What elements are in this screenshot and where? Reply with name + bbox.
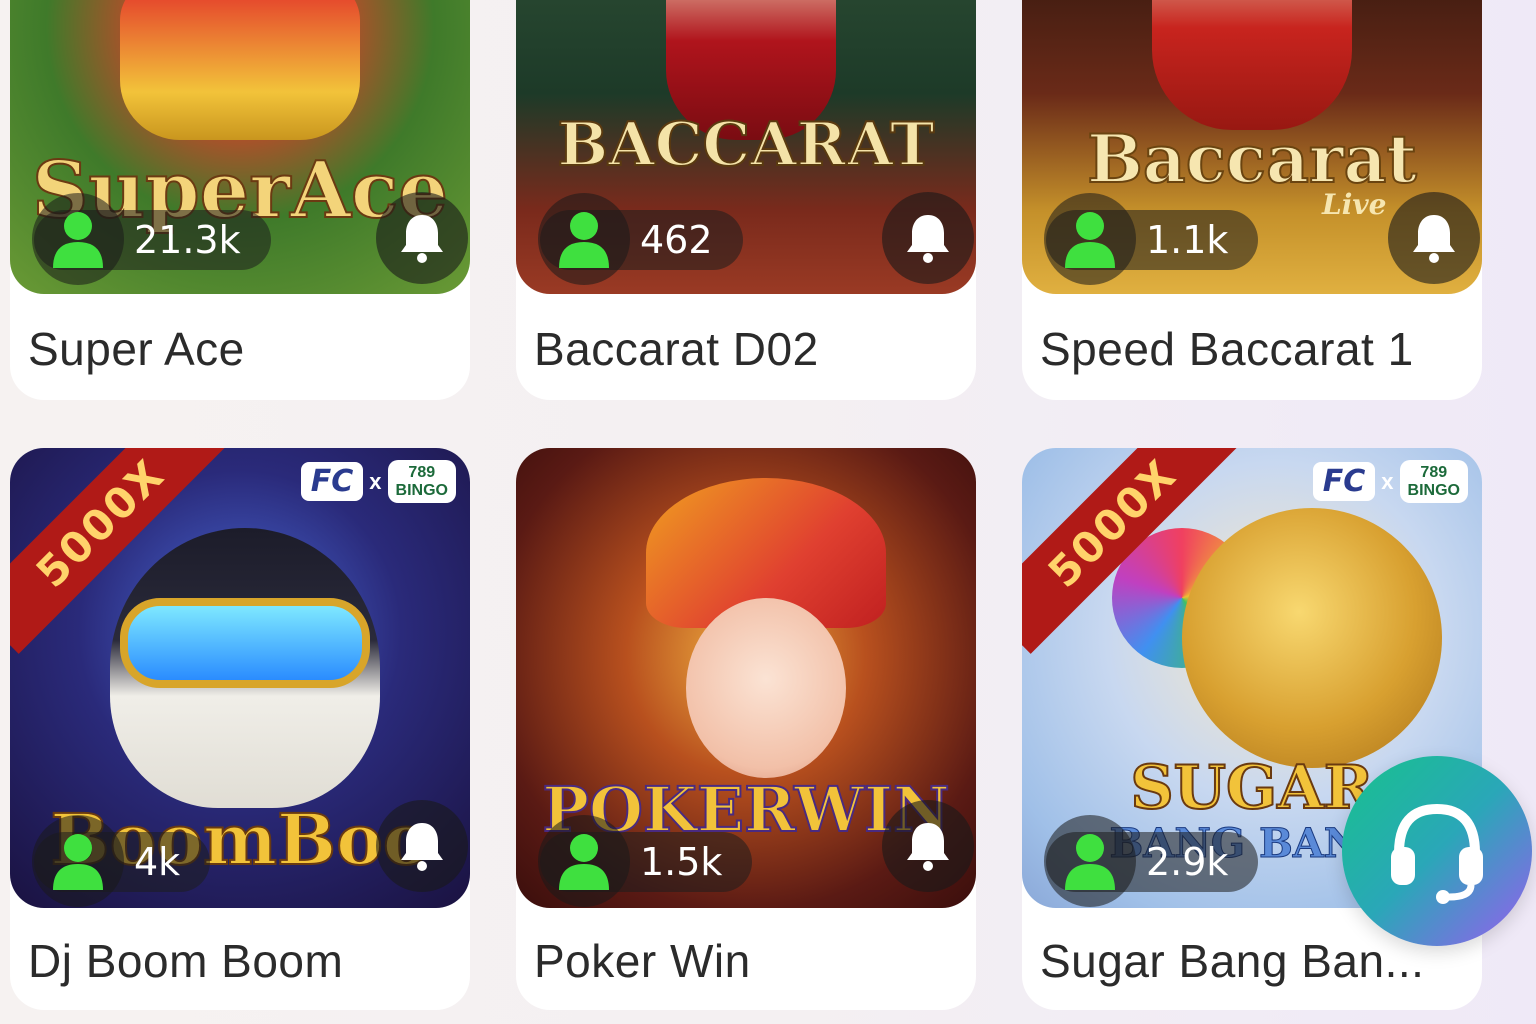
game-title[interactable]: Baccarat D02 (534, 322, 962, 376)
provider-789-bingo: 789 BINGO (1399, 460, 1468, 504)
game-thumbnail[interactable]: BACCARAT 462 (516, 0, 976, 294)
bell-icon[interactable] (376, 800, 468, 892)
game-card-poker-win[interactable]: POKERWIN 1.5k Poker Win (516, 448, 976, 1010)
provider-fc: FC (1312, 462, 1376, 502)
player-count: 1.1k (1146, 218, 1229, 262)
player-count-pill: 1.5k (538, 815, 753, 907)
game-title[interactable]: Speed Baccarat 1 (1040, 322, 1468, 376)
user-icon (1044, 815, 1136, 907)
game-thumbnail[interactable]: SuperAce 21.3k (10, 0, 470, 294)
bell-icon[interactable] (882, 192, 974, 284)
bell-icon[interactable] (376, 192, 468, 284)
dealer-artwork (1152, 0, 1352, 130)
player-count: 1.5k (640, 840, 723, 884)
player-count: 462 (640, 218, 713, 262)
player-count-pill: 462 (538, 193, 743, 285)
user-icon (538, 193, 630, 285)
game-card-speed-baccarat-1[interactable]: Baccarat Live 1.1k Speed Baccarat 1 (1022, 0, 1482, 400)
provider-fc: FC (300, 462, 364, 502)
game-thumbnail[interactable]: 5000X FC x 789 BINGO BoomBoo 4k (10, 448, 470, 908)
player-count-pill: 2.9k (1044, 815, 1259, 907)
jester-face-artwork (686, 598, 846, 778)
player-count: 21.3k (134, 218, 241, 262)
headset-icon (1377, 789, 1497, 914)
game-logo-text: Baccarat (1086, 119, 1418, 199)
provider-separator: x (1381, 468, 1394, 494)
game-card-baccarat-d02[interactable]: BACCARAT 462 Baccarat D02 (516, 0, 976, 400)
game-logo-text: BACCARAT (556, 109, 935, 181)
game-thumbnail[interactable]: POKERWIN 1.5k (516, 448, 976, 908)
game-thumbnail[interactable]: Baccarat Live 1.1k (1022, 0, 1482, 294)
user-icon (538, 815, 630, 907)
game-title[interactable]: Super Ace (28, 322, 456, 376)
goggles-artwork (120, 598, 370, 688)
player-count-pill: 4k (32, 815, 211, 907)
player-count: 4k (134, 840, 181, 884)
provider-bingo-number: 789 (408, 464, 436, 481)
game-title[interactable]: Dj Boom Boom (28, 934, 456, 988)
customer-support-button[interactable] (1342, 756, 1532, 946)
user-icon (32, 815, 124, 907)
provider-bingo-number: 789 (1420, 464, 1448, 481)
provider-badge: FC x 789 BINGO (300, 460, 456, 504)
provider-separator: x (369, 468, 382, 494)
game-title[interactable]: Sugar Bang Ban... (1040, 934, 1468, 988)
player-count-pill: 21.3k (32, 193, 271, 285)
bell-icon[interactable] (882, 800, 974, 892)
crown-artwork (120, 0, 360, 140)
bell-icon[interactable] (1388, 192, 1480, 284)
game-card-dj-boom-boom[interactable]: 5000X FC x 789 BINGO BoomBoo 4k Dj Boom B… (10, 448, 470, 1010)
provider-789-bingo: 789 BINGO (387, 460, 456, 504)
user-icon (32, 193, 124, 285)
gold-bear-artwork (1182, 508, 1442, 768)
game-logo-subtext: Live (1322, 188, 1387, 221)
user-icon (1044, 193, 1136, 285)
provider-badge: FC x 789 BINGO (1312, 460, 1468, 504)
game-card-super-ace[interactable]: SuperAce 21.3k Super Ace (10, 0, 470, 400)
game-title[interactable]: Poker Win (534, 934, 962, 988)
provider-bingo-label: BINGO (395, 481, 448, 499)
provider-bingo-label: BINGO (1407, 481, 1460, 499)
player-count: 2.9k (1146, 840, 1229, 884)
player-count-pill: 1.1k (1044, 193, 1259, 285)
